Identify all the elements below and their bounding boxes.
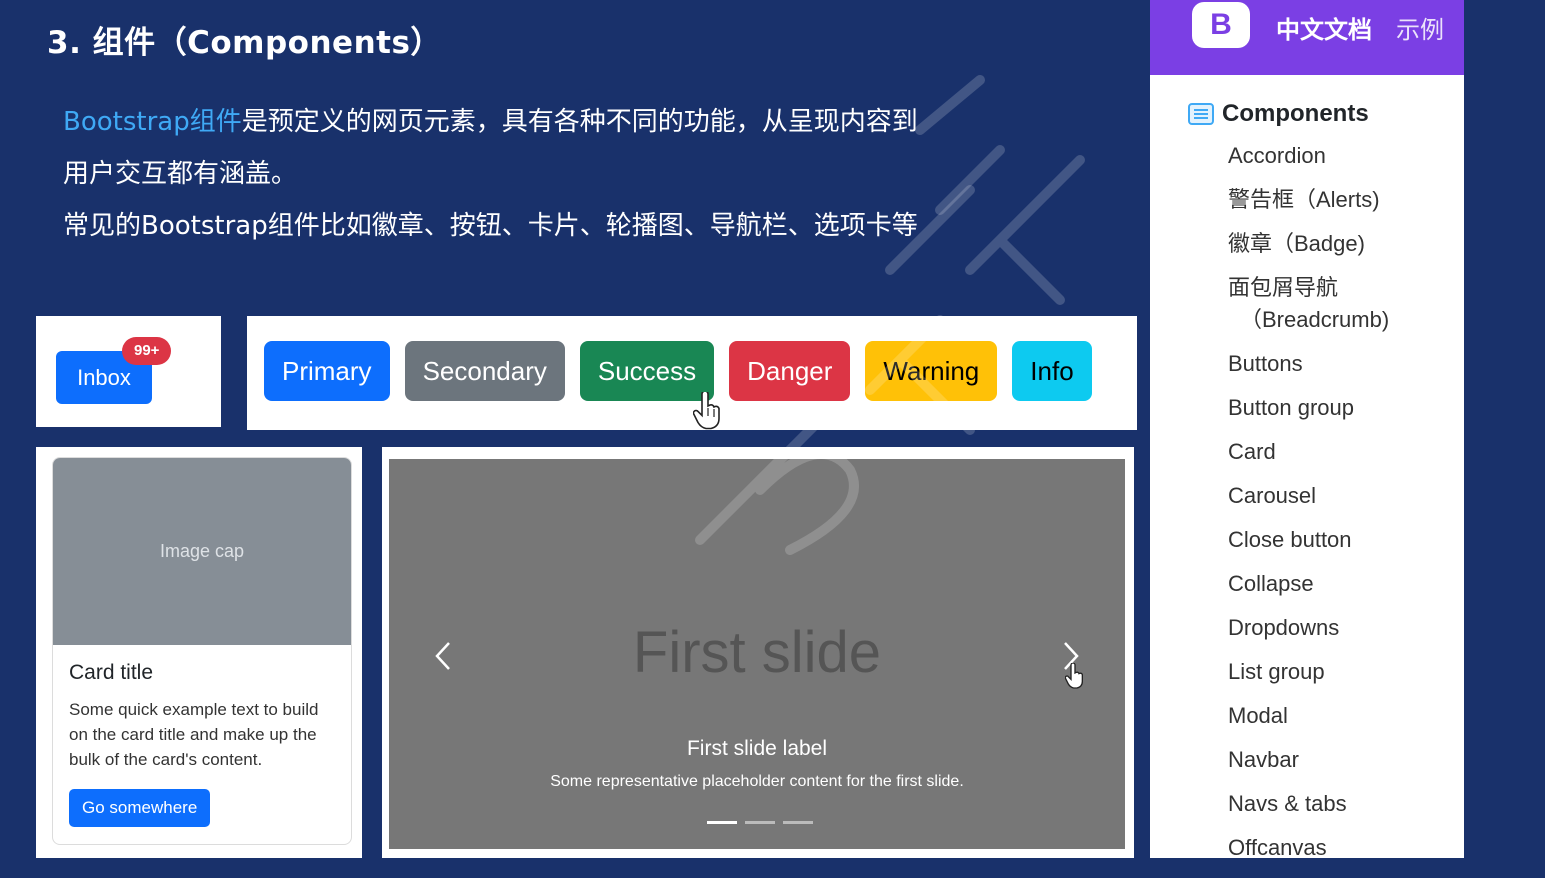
- card-demo-panel: Image cap Card title Some quick example …: [36, 447, 362, 858]
- sidebar-item-label: Offcanvas: [1228, 835, 1327, 858]
- sidebar-item-label: Button group: [1228, 395, 1354, 420]
- sidebar-item-offcanvas[interactable]: Offcanvas: [1228, 832, 1389, 858]
- card-title: Card title: [69, 661, 154, 684]
- intro-line-2: 用户交互都有涵盖。: [63, 159, 298, 189]
- sidebar-item-label: Close button: [1228, 527, 1352, 552]
- docs-sidebar: B 中文文档 示例 Components Accordion 警告框（Alerts…: [1150, 0, 1464, 858]
- hand-cursor-icon: [693, 392, 720, 430]
- components-list: Accordion 警告框（Alerts) 徽章（Badge) 面包屑导航 （Bread…: [1228, 140, 1389, 858]
- notification-badge: 99+: [122, 337, 172, 365]
- sidebar-item-navbar[interactable]: Navbar: [1228, 744, 1389, 788]
- caption-title: First slide label: [686, 737, 828, 760]
- sidebar-item-label: 面包屑导航: [1228, 275, 1339, 300]
- sidebar-header: B 中文文档 示例: [1150, 0, 1464, 75]
- buttons-demo-panel: Primary Secondary Success Danger Warning Info: [247, 316, 1137, 430]
- sidebar-item-label: Buttons: [1228, 351, 1303, 376]
- btn-danger[interactable]: Danger: [729, 341, 851, 401]
- sidebar-item-collapse[interactable]: Collapse: [1228, 568, 1389, 612]
- card-text: Some quick example text to build on the …: [69, 700, 319, 769]
- components-section-header[interactable]: Components: [1188, 100, 1369, 128]
- carousel-indicator[interactable]: [707, 821, 737, 824]
- card-image-cap: Image cap: [53, 458, 351, 645]
- sidebar-item-label: 徽章（Badge): [1228, 231, 1365, 256]
- sidebar-item-item-3[interactable]: 面包屑导航 （Breadcrumb): [1228, 272, 1389, 348]
- intro-line-1: Bootstrap组件是预定义的网页元素，具有各种不同的功能，从呈现内容到: [63, 96, 1063, 148]
- card-body: Card title Some quick example text to bu…: [53, 645, 351, 843]
- sidebar-item-label: 警告框（Alerts): [1228, 187, 1380, 212]
- carousel-demo-panel: First slide First slide label Some repre…: [382, 447, 1134, 858]
- sidebar-item-label: Dropdowns: [1228, 615, 1340, 640]
- sidebar-item-button-group[interactable]: Button group: [1228, 392, 1389, 436]
- sidebar-item-label: Modal: [1228, 703, 1288, 728]
- intro-line-1-rest: 是预定义的网页元素，具有各种不同的功能，从呈现内容到: [241, 107, 918, 137]
- btn-primary[interactable]: Primary: [264, 341, 390, 401]
- sidebar-item-sublabel: （Breadcrumb): [1240, 307, 1390, 332]
- examples-link[interactable]: 示例: [1396, 10, 1444, 45]
- sidebar-item-close-button[interactable]: Close button: [1228, 524, 1389, 568]
- sidebar-item-buttons[interactable]: Buttons: [1228, 348, 1389, 392]
- caption-text: Some representative placeholder content …: [550, 773, 964, 790]
- slide-placeholder-text: First slide: [632, 620, 882, 685]
- sidebar-item-label: Card: [1228, 439, 1276, 464]
- section-title: Components: [1222, 100, 1369, 127]
- intro-line-3: 常见的Bootstrap组件比如徽章、按钮、卡片、轮播图、导航栏、选项卡等: [63, 211, 918, 241]
- carousel-caption: First slide label Some representative pl…: [389, 737, 1125, 791]
- sidebar-item-card[interactable]: Card: [1228, 436, 1389, 480]
- btn-secondary[interactable]: Secondary: [404, 341, 565, 401]
- carousel-indicator[interactable]: [745, 821, 775, 824]
- slide-title: 3. 组件（Components）: [47, 25, 442, 61]
- sidebar-item-modal[interactable]: Modal: [1228, 700, 1389, 744]
- sidebar-item-alerts[interactable]: 警告框（Alerts): [1228, 184, 1389, 228]
- sidebar-item-navs-tabs[interactable]: Navs & tabs: [1228, 788, 1389, 832]
- go-somewhere-button[interactable]: Go somewhere: [69, 789, 211, 827]
- bootstrap-logo[interactable]: B: [1192, 2, 1250, 48]
- btn-info[interactable]: Info: [1012, 341, 1092, 401]
- intro-text: Bootstrap组件是预定义的网页元素，具有各种不同的功能，从呈现内容到 用户…: [63, 96, 1063, 252]
- btn-warning[interactable]: Warning: [865, 341, 998, 401]
- carousel: First slide First slide label Some repre…: [389, 459, 1125, 849]
- intro-highlight: Bootstrap组件: [63, 107, 242, 137]
- carousel-indicator[interactable]: [783, 821, 813, 824]
- card: Image cap Card title Some quick example …: [52, 457, 352, 845]
- sidebar-item-dropdowns[interactable]: Dropdowns: [1228, 612, 1389, 656]
- doc-link[interactable]: 中文文档: [1276, 10, 1372, 45]
- sidebar-item-badge[interactable]: 徽章（Badge): [1228, 228, 1389, 272]
- sidebar-item-label: Accordion: [1228, 143, 1326, 168]
- sidebar-item-label: Navbar: [1228, 747, 1299, 772]
- sidebar-item-label: Carousel: [1228, 483, 1317, 508]
- sidebar-item-label: Navs & tabs: [1228, 791, 1347, 816]
- sidebar-item-list-group[interactable]: List group: [1228, 656, 1389, 700]
- badge-demo-panel: Inbox 99+: [36, 316, 221, 427]
- sidebar-item-label: List group: [1228, 659, 1325, 684]
- button-row: Primary Secondary Success Danger Warning Info: [264, 341, 1092, 401]
- carousel-prev-icon[interactable]: [429, 639, 459, 673]
- carousel-indicators: [707, 821, 813, 824]
- sidebar-item-accordion[interactable]: Accordion: [1228, 140, 1389, 184]
- sidebar-item-carousel[interactable]: Carousel: [1228, 480, 1389, 524]
- list-icon: [1188, 103, 1214, 125]
- hand-cursor-icon: [1065, 663, 1083, 689]
- sidebar-item-label: Collapse: [1228, 571, 1314, 596]
